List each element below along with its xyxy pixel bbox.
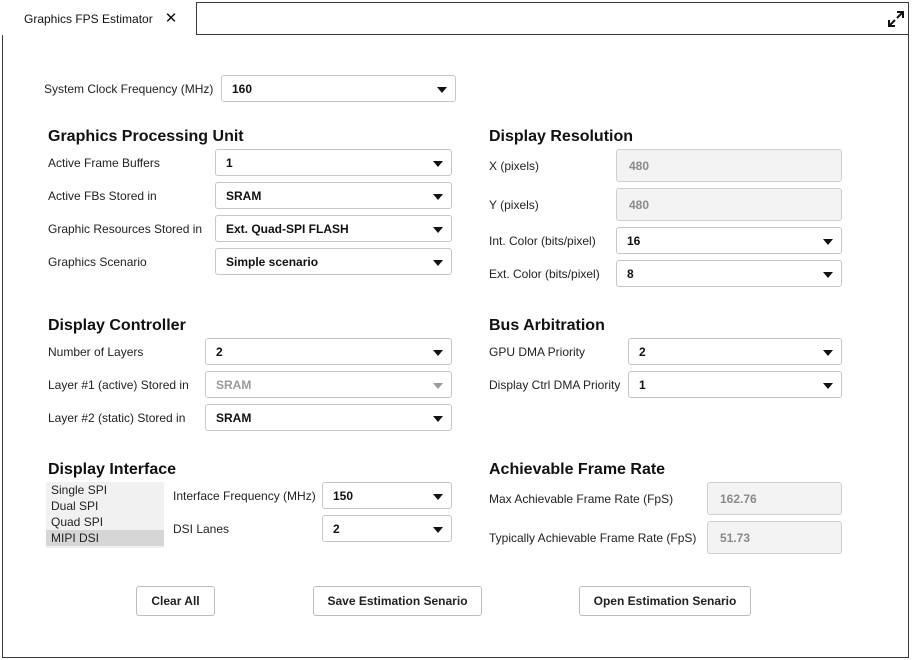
chevron-down-icon — [433, 260, 443, 266]
y-pixels-label: Y (pixels) — [489, 198, 539, 212]
interface-freq-value: 150 — [333, 488, 354, 503]
fbs-stored-dropdown[interactable]: SRAM — [215, 182, 452, 209]
x-pixels-label: X (pixels) — [489, 159, 540, 173]
ctrl-dma-dropdown[interactable]: 1 — [628, 371, 842, 398]
typical-fps-value: 51.73 — [720, 530, 751, 545]
framerate-heading: Achievable Frame Rate — [489, 461, 666, 478]
interface-type-list[interactable]: Single SPI Dual SPI Quad SPI MIPI DSI — [46, 482, 164, 548]
resources-stored-dropdown[interactable]: Ext. Quad-SPI FLASH — [215, 215, 452, 242]
interface-option-dual-spi[interactable]: Dual SPI — [46, 498, 164, 514]
chevron-down-icon — [433, 161, 443, 167]
layers-value: 2 — [216, 344, 223, 359]
ctrl-dma-label: Display Ctrl DMA Priority — [489, 378, 621, 392]
y-pixels-value: 480 — [629, 197, 650, 212]
frame-buffers-label: Active Frame Buffers — [48, 156, 160, 170]
gpu-dma-value: 2 — [639, 344, 646, 359]
graphics-scenario-label: Graphics Scenario — [48, 255, 147, 269]
interface-option-single-spi[interactable]: Single SPI — [46, 482, 164, 498]
chevron-down-icon — [433, 494, 443, 500]
save-scenario-button[interactable]: Save Estimation Senario — [313, 586, 482, 616]
resources-stored-label: Graphic Resources Stored in — [48, 222, 203, 236]
frame-buffers-dropdown[interactable]: 1 — [215, 149, 452, 176]
ext-color-label: Ext. Color (bits/pixel) — [489, 267, 600, 281]
y-pixels-field: 480 — [616, 188, 842, 221]
gpu-heading: Graphics Processing Unit — [48, 128, 244, 145]
chevron-down-icon — [437, 87, 447, 93]
layers-label: Number of Layers — [48, 345, 144, 359]
interface-option-mipi-dsi[interactable]: MIPI DSI — [46, 530, 164, 546]
tab-title: Graphics FPS Estimator — [24, 11, 153, 26]
interface-option-quad-spi[interactable]: Quad SPI — [46, 514, 164, 530]
typical-fps-field: 51.73 — [707, 521, 842, 554]
system-clock-label: System Clock Frequency (MHz) — [44, 82, 214, 96]
max-fps-value: 162.76 — [720, 491, 757, 506]
layer1-dropdown: SRAM — [205, 371, 452, 398]
ctrl-dma-value: 1 — [639, 377, 646, 392]
x-pixels-value: 480 — [629, 158, 650, 173]
layer2-dropdown[interactable]: SRAM — [205, 404, 452, 431]
fbs-stored-value: SRAM — [226, 188, 262, 203]
clear-all-button[interactable]: Clear All — [136, 586, 215, 616]
close-icon[interactable]: ✕ — [165, 11, 178, 26]
typical-fps-label: Typically Achievable Frame Rate (FpS) — [489, 531, 697, 545]
chevron-down-icon — [823, 383, 833, 389]
chevron-down-icon — [433, 527, 443, 533]
int-color-dropdown[interactable]: 16 — [616, 227, 842, 254]
layers-dropdown[interactable]: 2 — [205, 338, 452, 365]
tab-graphics-fps-estimator[interactable]: Graphics FPS Estimator ✕ — [2, 2, 197, 35]
layer1-label: Layer #1 (active) Stored in — [48, 378, 189, 392]
chevron-down-icon — [433, 194, 443, 200]
chevron-down-icon — [823, 272, 833, 278]
x-pixels-field: 480 — [616, 149, 842, 182]
system-clock-value: 160 — [232, 81, 253, 96]
int-color-value: 16 — [627, 233, 641, 248]
interface-freq-dropdown[interactable]: 150 — [322, 482, 452, 509]
chevron-down-icon — [433, 350, 443, 356]
chevron-down-icon — [823, 239, 833, 245]
chevron-down-icon — [823, 350, 833, 356]
layer2-label: Layer #2 (static) Stored in — [48, 411, 186, 425]
gpu-dma-label: GPU DMA Priority — [489, 345, 586, 359]
open-scenario-button[interactable]: Open Estimation Senario — [579, 586, 751, 616]
ext-color-value: 8 — [627, 266, 634, 281]
expand-arrows-icon[interactable] — [887, 10, 905, 28]
interface-heading: Display Interface — [48, 461, 177, 478]
dsi-lanes-dropdown[interactable]: 2 — [322, 515, 452, 542]
dsi-lanes-label: DSI Lanes — [173, 522, 230, 536]
layer2-value: SRAM — [216, 410, 252, 425]
chevron-down-icon — [433, 416, 443, 422]
graphics-scenario-value: Simple scenario — [226, 254, 319, 269]
bus-heading: Bus Arbitration — [489, 317, 605, 334]
interface-freq-label: Interface Frequency (MHz) — [173, 489, 316, 503]
chevron-down-icon — [433, 383, 443, 389]
chevron-down-icon — [433, 227, 443, 233]
int-color-label: Int. Color (bits/pixel) — [489, 234, 596, 248]
gpu-dma-dropdown[interactable]: 2 — [628, 338, 842, 365]
tab-divider — [197, 34, 909, 35]
controller-heading: Display Controller — [48, 317, 186, 334]
layer1-value: SRAM — [216, 377, 252, 392]
ext-color-dropdown[interactable]: 8 — [616, 260, 842, 287]
max-fps-label: Max Achievable Frame Rate (FpS) — [489, 492, 674, 506]
frame-buffers-value: 1 — [226, 155, 233, 170]
dsi-lanes-value: 2 — [333, 521, 340, 536]
system-clock-dropdown[interactable]: 160 — [221, 75, 456, 102]
resources-stored-value: Ext. Quad-SPI FLASH — [226, 221, 349, 236]
max-fps-field: 162.76 — [707, 482, 842, 515]
resolution-heading: Display Resolution — [489, 128, 634, 145]
fbs-stored-label: Active FBs Stored in — [48, 189, 157, 203]
graphics-scenario-dropdown[interactable]: Simple scenario — [215, 248, 452, 275]
